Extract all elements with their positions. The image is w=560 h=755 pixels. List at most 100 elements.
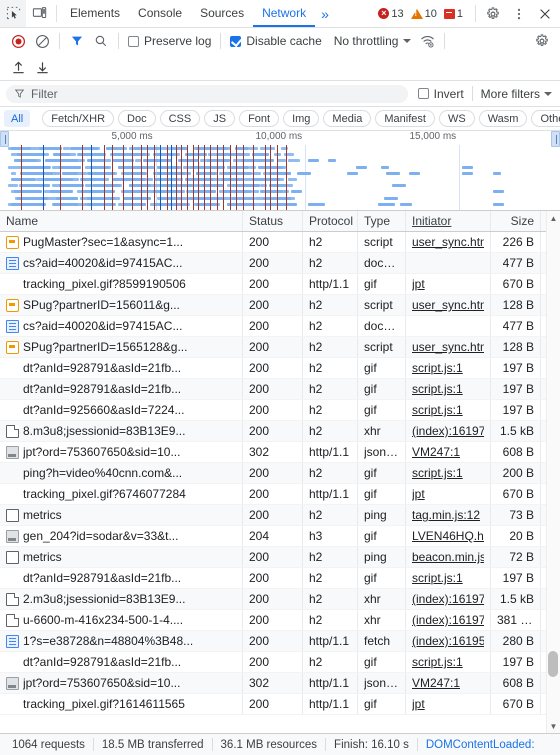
cell-name[interactable]: cs?aid=40020&id=97415AC... bbox=[0, 253, 243, 273]
column-header-type[interactable]: Type bbox=[358, 211, 406, 231]
cell-name[interactable]: dt?anId=928791&asId=21fb... bbox=[0, 379, 243, 399]
table-row[interactable]: dt?anId=928791&asId=21fb... 200 h2 gif scrip… bbox=[0, 568, 560, 589]
cell-initiator[interactable]: jpt bbox=[406, 694, 491, 714]
table-row[interactable]: dt?anId=928791&asId=21fb... 200 h2 gif scrip… bbox=[0, 358, 560, 379]
cell-initiator[interactable]: script.js:1 bbox=[406, 568, 491, 588]
column-header-size[interactable]: Size bbox=[491, 211, 541, 231]
device-toolbar-icon[interactable] bbox=[26, 0, 52, 27]
tab-sources[interactable]: Sources bbox=[191, 0, 253, 27]
info-badge[interactable]: 1 bbox=[443, 8, 463, 20]
clear-icon[interactable] bbox=[30, 30, 54, 52]
tab-elements[interactable]: Elements bbox=[61, 0, 129, 27]
initiator-link[interactable]: (index):16195 bbox=[412, 634, 484, 648]
type-filter-img[interactable]: Img bbox=[283, 110, 320, 127]
table-row[interactable]: metrics200h2pingtag.min.js:1273 B80 ms bbox=[0, 505, 560, 526]
network-settings-gear-icon[interactable] bbox=[530, 30, 554, 52]
cell-initiator[interactable]: script.js:1 bbox=[406, 358, 491, 378]
cell-initiator[interactable]: beacon.min.js:25 bbox=[406, 547, 491, 567]
type-filter-media[interactable]: Media bbox=[323, 110, 372, 127]
type-filter-fetch-xhr[interactable]: Fetch/XHR bbox=[42, 110, 115, 127]
table-row[interactable]: tracking_pixel.gif?1614611565 200 http/1.1… bbox=[0, 694, 560, 715]
more-tabs-icon[interactable]: » bbox=[315, 0, 335, 27]
cell-initiator[interactable]: script.js:1 bbox=[406, 400, 491, 420]
initiator-link[interactable]: user_sync.html?p bbox=[412, 340, 484, 354]
cell-initiator[interactable]: LVEN46HQ.html bbox=[406, 526, 491, 546]
type-filter-all[interactable]: All bbox=[4, 110, 31, 127]
table-row[interactable]: tracking_pixel.gif?8599190506 200 http/1.1… bbox=[0, 274, 560, 295]
cell-name[interactable]: dt?anId=928791&asId=21fb... bbox=[0, 358, 243, 378]
search-icon[interactable] bbox=[89, 30, 113, 52]
column-header-name[interactable]: Name bbox=[0, 211, 243, 231]
tab-network[interactable]: Network bbox=[253, 0, 316, 27]
cell-name[interactable]: tracking_pixel.gif?6746077284 bbox=[0, 484, 243, 504]
cell-initiator[interactable]: script.js:1 bbox=[406, 463, 491, 483]
initiator-link[interactable]: user_sync.html?p bbox=[412, 298, 484, 312]
cell-initiator[interactable]: VM247:1 bbox=[406, 673, 491, 693]
cell-name[interactable]: gen_204?id=sodar&v=33&t... bbox=[0, 526, 243, 546]
cell-name[interactable]: tracking_pixel.gif?8599190506 bbox=[0, 274, 243, 294]
type-filter-ws[interactable]: WS bbox=[438, 110, 475, 127]
cell-name[interactable]: u-6600-m-416x234-500-1-4.... bbox=[0, 610, 243, 630]
error-badge[interactable]: × 13 bbox=[378, 8, 404, 20]
type-filter-js[interactable]: JS bbox=[204, 110, 236, 127]
more-vertical-icon[interactable] bbox=[506, 0, 532, 27]
initiator-link[interactable]: jpt bbox=[412, 277, 425, 291]
invert-checkbox[interactable]: Invert bbox=[417, 87, 464, 101]
scroll-down-arrow-icon[interactable]: ▼ bbox=[547, 719, 560, 733]
table-row[interactable]: SPug?partnerID=156011&g... 200 h2 script use… bbox=[0, 295, 560, 316]
more-filters-dropdown[interactable]: More filters bbox=[481, 87, 552, 101]
network-overview-timeline[interactable]: 5,000 ms 10,000 ms 15,000 ms bbox=[0, 131, 560, 211]
search-input[interactable]: Filter bbox=[6, 84, 408, 103]
cell-name[interactable]: cs?aid=40020&id=97415AC... bbox=[0, 316, 243, 336]
cell-name[interactable]: dt?anId=928791&asId=21fb... bbox=[0, 652, 243, 672]
table-row[interactable]: u-6600-m-416x234-500-1-4.... 200 h2 xhr (ind… bbox=[0, 610, 560, 631]
initiator-link[interactable]: (index):16197 bbox=[412, 592, 484, 606]
initiator-link[interactable]: (index):16197 bbox=[412, 613, 484, 627]
type-filter-font[interactable]: Font bbox=[239, 110, 280, 127]
cell-name[interactable]: dt?anId=925660&asId=7224... bbox=[0, 400, 243, 420]
initiator-link[interactable]: VM247:1 bbox=[412, 445, 460, 459]
initiator-link[interactable]: script.js:1 bbox=[412, 571, 463, 585]
scrollbar-thumb[interactable] bbox=[548, 651, 558, 677]
table-row[interactable]: cs?aid=40020&id=97415AC... 200 h2 docu... 47… bbox=[0, 316, 560, 337]
cell-name[interactable]: jpt?ord=753607650&sid=10... bbox=[0, 673, 243, 693]
initiator-link[interactable]: (index):16197 bbox=[412, 424, 484, 438]
initiator-link[interactable]: beacon.min.js:25 bbox=[412, 550, 484, 564]
gear-icon[interactable] bbox=[480, 0, 506, 27]
cell-initiator[interactable]: user_sync.html?p bbox=[406, 295, 491, 315]
warning-badge[interactable]: 10 bbox=[410, 8, 437, 20]
throttling-dropdown[interactable]: No throttling bbox=[334, 34, 412, 48]
column-header-protocol[interactable]: Protocol bbox=[303, 211, 358, 231]
record-stop-icon[interactable] bbox=[6, 30, 30, 52]
table-row[interactable]: dt?anId=928791&asId=21fb... 200 h2 gif scrip… bbox=[0, 652, 560, 673]
cell-initiator[interactable]: script.js:1 bbox=[406, 652, 491, 672]
table-row[interactable]: metrics200h2pingbeacon.min.js:2572 B40 m… bbox=[0, 547, 560, 568]
cell-initiator[interactable] bbox=[406, 253, 491, 273]
export-har-icon[interactable] bbox=[30, 56, 54, 78]
cell-initiator[interactable] bbox=[406, 316, 491, 336]
initiator-link[interactable]: script.js:1 bbox=[412, 361, 463, 375]
initiator-link[interactable]: script.js:1 bbox=[412, 382, 463, 396]
cell-initiator[interactable]: user_sync.html?p bbox=[406, 232, 491, 252]
cell-name[interactable]: SPug?partnerID=156011&g... bbox=[0, 295, 243, 315]
type-filter-other[interactable]: Other bbox=[531, 110, 560, 127]
cell-initiator[interactable]: tag.min.js:12 bbox=[406, 505, 491, 525]
filter-icon[interactable] bbox=[65, 30, 89, 52]
timeline-selection-handle-right[interactable] bbox=[551, 131, 560, 147]
table-row[interactable]: 1?s=e38728&n=48804%3B48... 200 http/1.1 fet… bbox=[0, 631, 560, 652]
cell-initiator[interactable]: jpt bbox=[406, 274, 491, 294]
cell-name[interactable]: 8.m3u8;jsessionid=83B13E9... bbox=[0, 421, 243, 441]
cell-name[interactable]: ping?h=video%40cnn.com&... bbox=[0, 463, 243, 483]
cell-initiator[interactable]: jpt bbox=[406, 484, 491, 504]
cell-name[interactable]: PugMaster?sec=1&async=1... bbox=[0, 232, 243, 252]
type-filter-css[interactable]: CSS bbox=[159, 110, 201, 127]
initiator-link[interactable]: script.js:1 bbox=[412, 403, 463, 417]
table-row[interactable]: jpt?ord=753607650&sid=10... 302 http/1.1 js… bbox=[0, 673, 560, 694]
table-row[interactable]: jpt?ord=753607650&sid=10... 302 http/1.1 js… bbox=[0, 442, 560, 463]
initiator-link[interactable]: jpt bbox=[412, 697, 425, 711]
cell-name[interactable]: jpt?ord=753607650&sid=10... bbox=[0, 442, 243, 462]
cell-initiator[interactable]: VM247:1 bbox=[406, 442, 491, 462]
type-filter-wasm[interactable]: Wasm bbox=[478, 110, 528, 127]
cell-name[interactable]: dt?anId=928791&asId=21fb... bbox=[0, 568, 243, 588]
tab-console[interactable]: Console bbox=[129, 0, 191, 27]
